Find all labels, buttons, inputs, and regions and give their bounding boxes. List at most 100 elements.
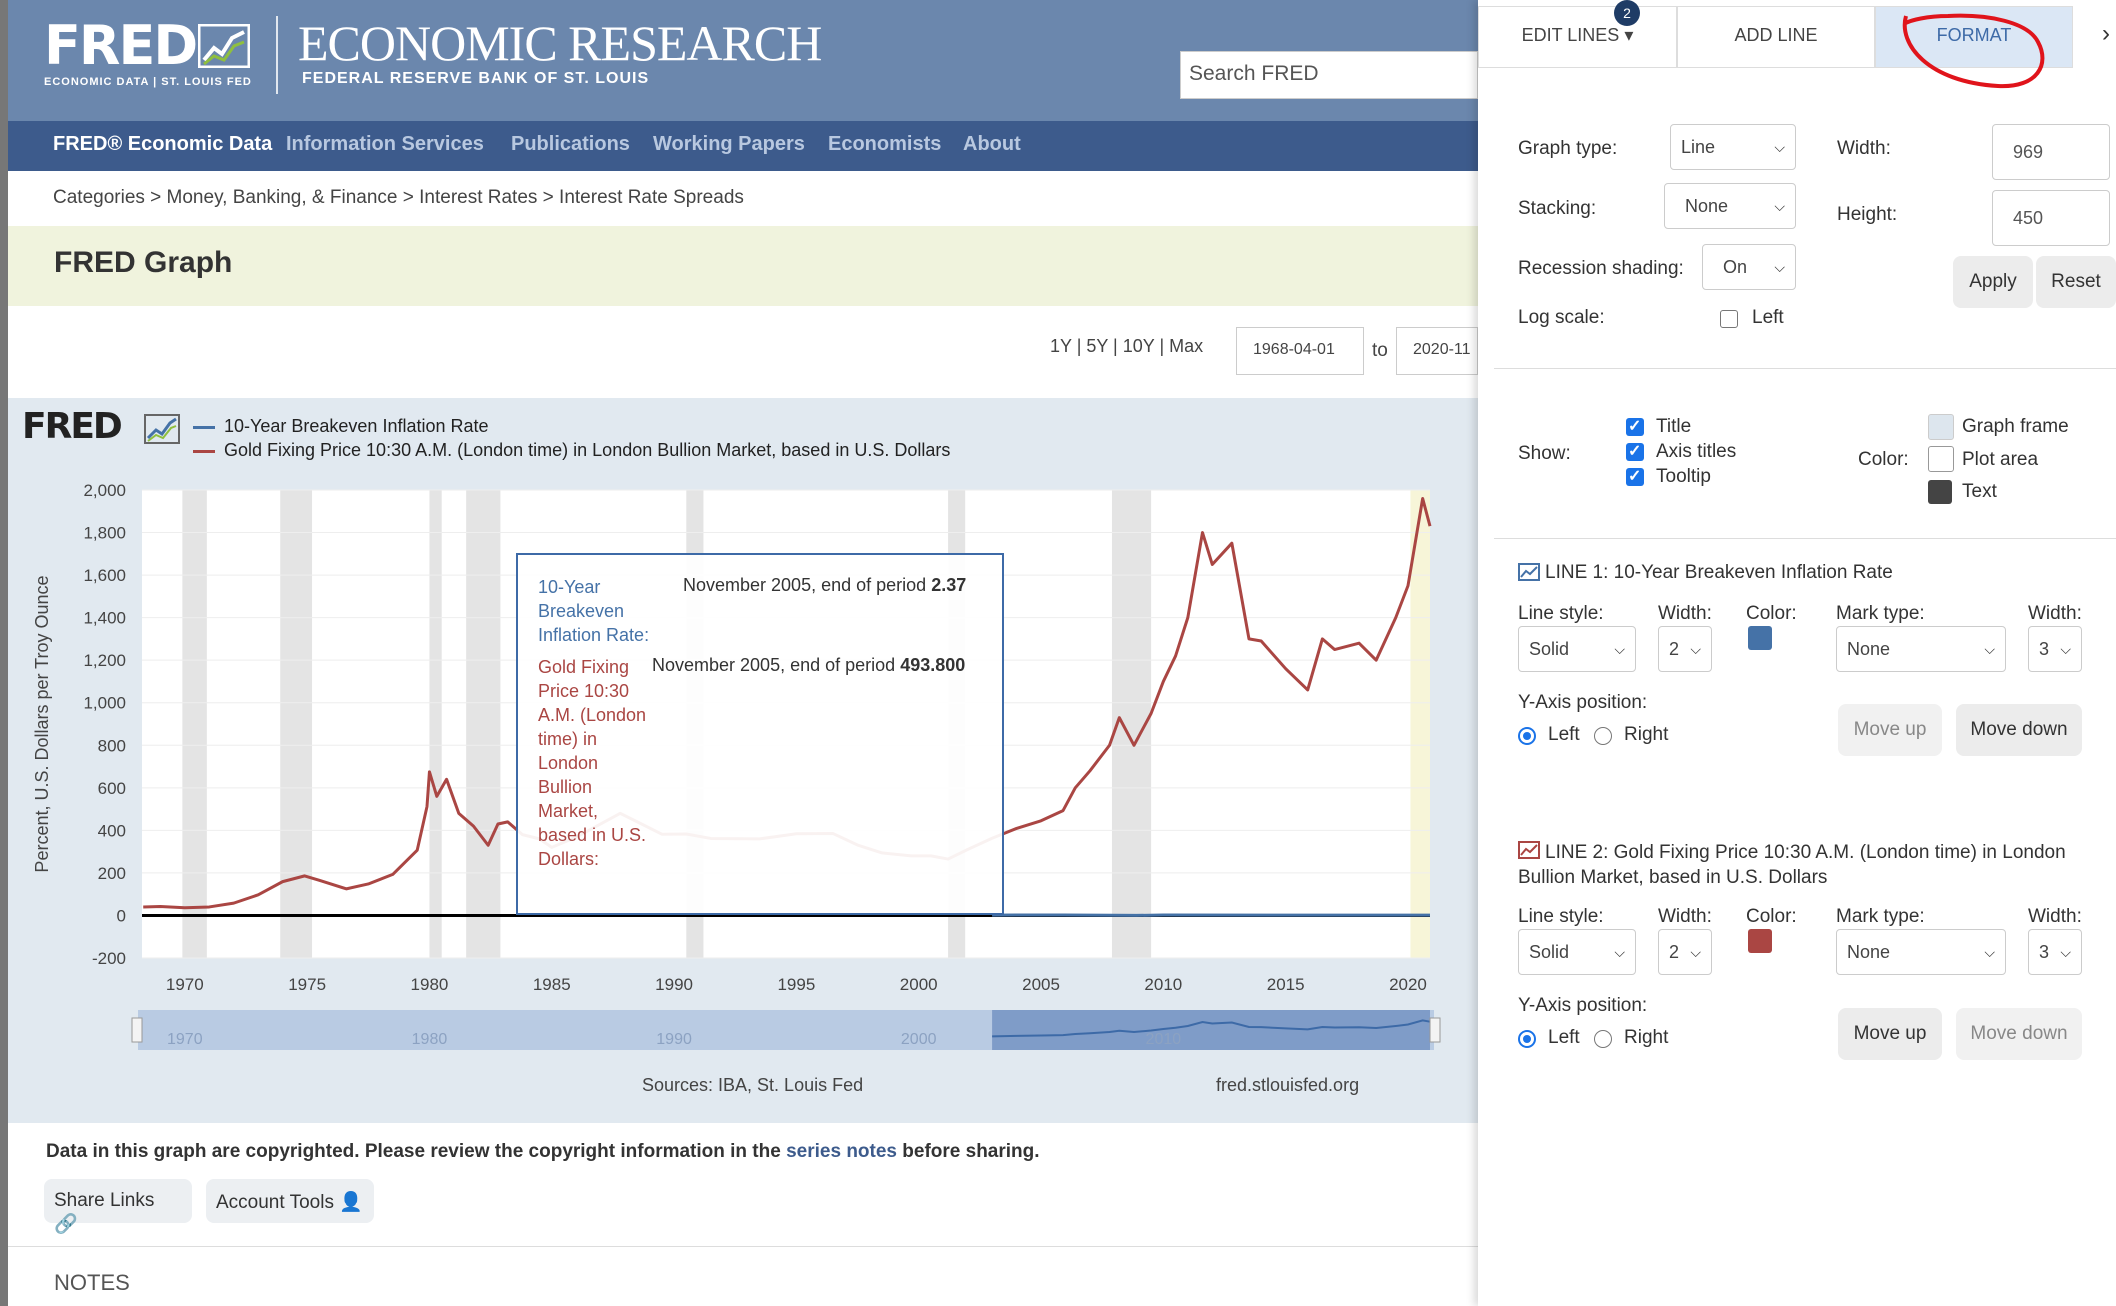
- header-subtitle: FEDERAL RESERVE BANK OF ST. LOUIS: [302, 70, 650, 87]
- nav-about[interactable]: About: [963, 133, 1021, 156]
- fred-logo[interactable]: FRED: [44, 14, 198, 77]
- legend-breakeven: 10-Year Breakeven Inflation Rate: [224, 416, 489, 436]
- nav-information-services[interactable]: Information Services: [286, 133, 484, 156]
- share-links-button[interactable]: Share Links 🔗: [44, 1179, 192, 1235]
- x-tick-label: 1990: [655, 975, 693, 994]
- nav-working-papers[interactable]: Working Papers: [653, 133, 805, 156]
- log-scale-left-checkbox[interactable]: [1720, 310, 1738, 328]
- date-to-input[interactable]: 2020-11: [1396, 327, 1478, 375]
- y-tick-label: 2,000: [83, 481, 126, 500]
- tooltip-series1-label: 10-Year Breakeven Inflation Rate:: [538, 577, 650, 645]
- show-axis-titles-checkbox[interactable]: [1626, 441, 1644, 461]
- line2-width-select[interactable]: 2 ⌵: [1658, 929, 1712, 975]
- main-nav: FRED® Economic Data Information Services…: [8, 121, 1478, 171]
- chevron-down-icon: ⌵: [1984, 944, 1995, 960]
- line1-width-select[interactable]: 2 ⌵: [1658, 626, 1712, 672]
- line1-mark-width-label: Width:: [2028, 603, 2082, 624]
- line1-mark-select[interactable]: None ⌵: [1836, 626, 2006, 672]
- navigator-right-handle[interactable]: [1429, 1017, 1441, 1043]
- graph-height-input[interactable]: 450: [1992, 190, 2110, 246]
- date-from-input[interactable]: 1968-04-01: [1236, 327, 1364, 375]
- recession-band: [466, 490, 501, 958]
- tooltip-series2-label: Gold Fixing Price 10:30 A.M. (London tim…: [538, 657, 647, 869]
- header-title[interactable]: ECONOMIC RESEARCH: [298, 14, 822, 72]
- reset-button[interactable]: Reset: [2036, 256, 2116, 308]
- graph-frame-label: Graph frame: [1962, 416, 2069, 437]
- line1-color-swatch[interactable]: [1748, 626, 1772, 650]
- graph-frame-color-swatch[interactable]: [1928, 414, 1954, 440]
- recession-shading-select[interactable]: On ⌵: [1702, 244, 1796, 290]
- text-color-swatch[interactable]: [1928, 480, 1952, 504]
- line2-move-up-button[interactable]: Move up: [1838, 1008, 1942, 1060]
- height-label: Height:: [1837, 204, 1898, 225]
- chart-site-link[interactable]: fred.stlouisfed.org: [1216, 1075, 1359, 1096]
- line1-style-select[interactable]: Solid ⌵: [1518, 626, 1636, 672]
- text-color-label: Text: [1962, 481, 1997, 502]
- y-tick-label: -200: [92, 949, 126, 968]
- navigator-selection[interactable]: [992, 1010, 1430, 1050]
- y-tick-label: 600: [98, 779, 126, 798]
- y-tick-label: 1,600: [83, 566, 126, 585]
- plot-area-color-swatch[interactable]: [1928, 446, 1954, 472]
- stacking-select[interactable]: None ⌵: [1664, 183, 1796, 229]
- show-tooltip-checkbox[interactable]: [1626, 466, 1644, 486]
- line1-yaxis-left-radio[interactable]: [1518, 727, 1536, 745]
- y-tick-label: 800: [98, 736, 126, 755]
- line2-yaxis-left-radio[interactable]: [1518, 1030, 1536, 1048]
- x-tick-label: 2005: [1022, 975, 1060, 994]
- chevron-down-icon: ⌵: [1614, 944, 1625, 960]
- line2-move-down-button[interactable]: Move down: [1956, 1008, 2082, 1060]
- line1-move-down-button[interactable]: Move down: [1956, 704, 2082, 756]
- show-title-checkbox[interactable]: [1626, 416, 1644, 436]
- recession-shading-label: Recession shading:: [1518, 258, 1684, 279]
- line2-mark-label: Mark type:: [1836, 906, 1925, 927]
- tab-edit-lines[interactable]: EDIT LINES ▾: [1478, 6, 1677, 68]
- footer-divider: [8, 1246, 1478, 1247]
- series-notes-link[interactable]: series notes: [786, 1141, 897, 1162]
- line2-mark-width-select[interactable]: 3 ⌵: [2028, 929, 2082, 975]
- notes-heading: NOTES: [54, 1270, 130, 1295]
- nav-publications[interactable]: Publications: [511, 133, 630, 156]
- legend-gold: Gold Fixing Price 10:30 A.M. (London tim…: [224, 440, 951, 460]
- chevron-down-icon: ⌵: [2060, 944, 2071, 960]
- line1-title: LINE 1: 10-Year Breakeven Inflation Rate: [1545, 562, 1893, 583]
- page-title: FRED Graph: [54, 246, 233, 279]
- navigator-left-handle[interactable]: [131, 1017, 143, 1043]
- range-shortcuts[interactable]: 1Y | 5Y | 10Y | Max: [1050, 336, 1203, 357]
- section-divider: [1494, 538, 2116, 539]
- line2-mark-width-label: Width:: [2028, 906, 2082, 927]
- line1-mark-width-select[interactable]: 3 ⌵: [2028, 626, 2082, 672]
- line1-yaxis-left-label: Left: [1548, 724, 1580, 745]
- line2-color-swatch[interactable]: [1748, 929, 1772, 953]
- section-divider: [1494, 368, 2116, 369]
- graph-width-input[interactable]: 969: [1992, 124, 2110, 180]
- line1-yaxis-label: Y-Axis position:: [1518, 692, 1648, 713]
- nav-economists[interactable]: Economists: [828, 133, 941, 156]
- line1-width-label: Width:: [1658, 603, 1712, 624]
- account-tools-button[interactable]: Account Tools 👤: [206, 1179, 374, 1223]
- y-tick-label: 200: [98, 864, 126, 883]
- tab-add-line[interactable]: ADD LINE: [1677, 6, 1875, 68]
- line2-yaxis-left-label: Left: [1548, 1027, 1580, 1048]
- line2-yaxis-right-radio[interactable]: [1594, 1030, 1612, 1048]
- line-chart-icon: [1518, 563, 1540, 581]
- line1-yaxis-right-radio[interactable]: [1594, 727, 1612, 745]
- nav-fred-economic-data[interactable]: FRED® Economic Data: [53, 133, 272, 156]
- breadcrumb[interactable]: Categories > Money, Banking, & Finance >…: [53, 187, 744, 209]
- chevron-down-icon: ⌵: [1984, 641, 1995, 657]
- line2-style-select[interactable]: Solid ⌵: [1518, 929, 1636, 975]
- x-tick-label: 2020: [1389, 975, 1427, 994]
- line1-color-label: Color:: [1746, 603, 1797, 624]
- edit-lines-count-badge: 2: [1614, 0, 1640, 26]
- graph-fred-logo: FRED: [22, 406, 123, 447]
- line1-move-up-button[interactable]: Move up: [1838, 704, 1942, 756]
- tooltip-series1-value: November 2005, end of period 2.37: [683, 575, 967, 595]
- line1-mark-label: Mark type:: [1836, 603, 1925, 624]
- navigator-tick-label: 2010: [1146, 1031, 1182, 1048]
- line2-mark-select[interactable]: None ⌵: [1836, 929, 2006, 975]
- panel-close-chevron-icon[interactable]: ›: [2102, 20, 2110, 48]
- x-tick-label: 1985: [533, 975, 571, 994]
- search-input[interactable]: Search FRED: [1180, 51, 1478, 99]
- graph-type-select[interactable]: Line ⌵: [1670, 124, 1796, 170]
- apply-button[interactable]: Apply: [1953, 256, 2033, 308]
